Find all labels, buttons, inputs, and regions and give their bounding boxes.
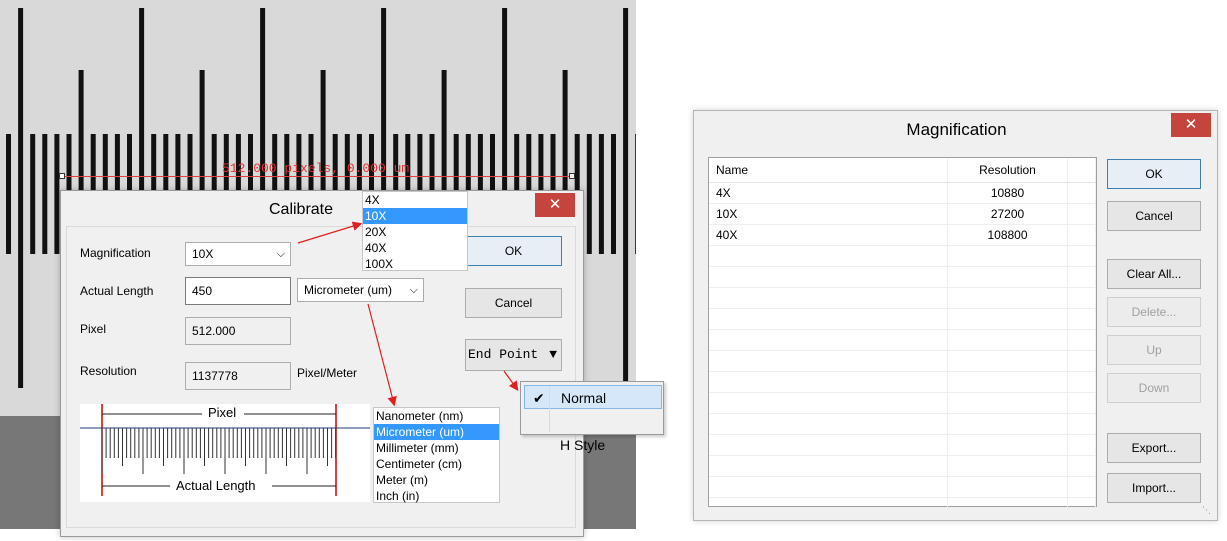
name-cell [709,414,948,434]
resolution-cell [948,309,1068,329]
name-cell [709,330,948,350]
column-header: Resolution [948,158,1068,182]
table-row[interactable] [709,351,1096,372]
table-row[interactable] [709,393,1096,414]
resolution-cell: 108800 [948,225,1068,245]
filler-cell [1068,435,1096,455]
name-cell [709,309,948,329]
filler-cell [1068,183,1096,203]
resolution-cell: 10880 [948,183,1068,203]
resolution-cell [948,477,1068,497]
table-row[interactable]: 40X 108800 [709,225,1096,246]
resolution-cell [948,456,1068,476]
magnification-table[interactable]: Name Resolution 4X 10880 10X 27200 40X 108800 [708,157,1097,519]
resize-grip-icon[interactable]: ⋱ [1202,505,1211,516]
export-button[interactable]: Export... [1107,433,1201,463]
import-button[interactable]: Import... [1107,473,1201,503]
table-row[interactable] [709,435,1096,456]
name-cell [709,267,948,287]
resolution-cell: 27200 [948,204,1068,224]
resolution-cell [948,393,1068,413]
resolution-cell [948,351,1068,371]
column-filler [1068,158,1096,182]
name-cell [709,393,948,413]
filler-cell [1068,414,1096,434]
table-row[interactable] [709,309,1096,330]
filler-cell [1068,393,1096,413]
filler-cell [1068,498,1096,518]
table-row[interactable] [709,456,1096,477]
filler-cell [1068,225,1096,245]
arrow-to-endpoint-menu [503,370,519,391]
filler-cell [1068,456,1096,476]
resolution-cell [948,372,1068,392]
table-row[interactable] [709,246,1096,267]
resolution-cell [948,414,1068,434]
filler-cell [1068,267,1096,287]
resolution-cell [948,246,1068,266]
table-row[interactable] [709,288,1096,309]
down-button[interactable]: Down [1107,373,1201,403]
table-row[interactable]: 10X 27200 [709,204,1096,225]
name-cell [709,246,948,266]
close-button[interactable]: ✕ [1171,113,1211,137]
filler-cell [1068,477,1096,497]
close-icon: ✕ [1184,116,1198,133]
resolution-cell [948,267,1068,287]
magnification-dialog: Magnification ✕ Name Resolution 4X 10880 10X… [693,110,1218,521]
filler-cell [1068,246,1096,266]
name-cell: 4X [709,183,948,203]
table-row[interactable]: 4X 10880 [709,183,1096,204]
ok-button[interactable]: OK [1107,159,1201,189]
filler-cell [1068,351,1096,371]
table-row[interactable] [709,477,1096,498]
name-cell [709,456,948,476]
dialog-title: Magnification [906,120,1007,139]
filler-cell [1068,309,1096,329]
table-row[interactable] [709,330,1096,351]
up-button[interactable]: Up [1107,335,1201,365]
table-row[interactable] [709,267,1096,288]
delete-button[interactable]: Delete... [1107,297,1201,327]
resolution-cell [948,330,1068,350]
name-cell [709,372,948,392]
table-row[interactable] [709,414,1096,435]
cancel-button[interactable]: Cancel [1107,201,1201,231]
filler-cell [1068,372,1096,392]
name-cell: 40X [709,225,948,245]
filler-cell [1068,204,1096,224]
filler-cell [1068,288,1096,308]
clear-all-button[interactable]: Clear All... [1107,259,1201,289]
name-cell [709,498,948,518]
name-cell [709,435,948,455]
arrow-to-unit-list [367,303,397,407]
filler-cell [1068,330,1096,350]
name-cell [709,477,948,497]
name-cell [709,351,948,371]
table-row[interactable] [709,498,1096,519]
table-header: Name Resolution [709,158,1096,183]
name-cell [709,288,948,308]
resolution-cell [948,435,1068,455]
resolution-cell [948,288,1068,308]
arrow-to-magnification-list [297,221,363,244]
table-row[interactable] [709,372,1096,393]
name-cell: 10X [709,204,948,224]
column-header: Name [709,158,948,182]
resolution-cell [948,498,1068,518]
